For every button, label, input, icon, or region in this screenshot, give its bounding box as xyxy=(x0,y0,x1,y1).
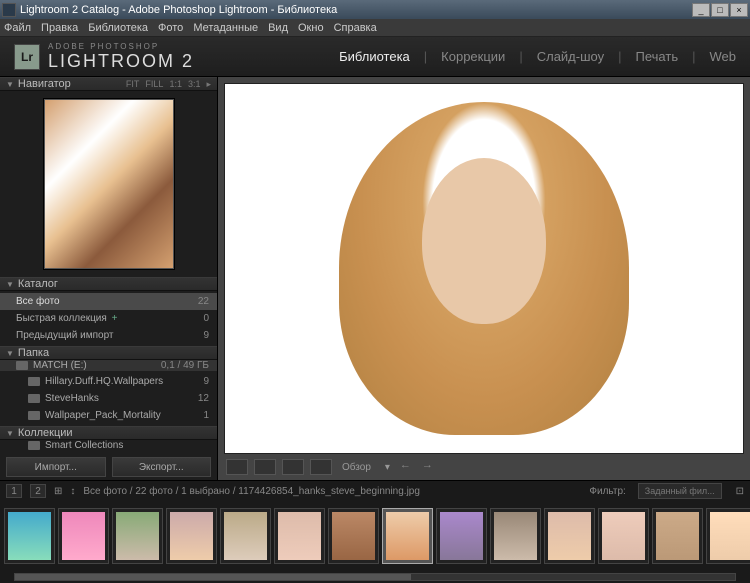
module-Коррекции[interactable]: Коррекции xyxy=(441,49,505,64)
folder-item[interactable]: SteveHanks12 xyxy=(0,390,217,407)
thumbnail[interactable] xyxy=(382,508,433,564)
view-label: Обзор xyxy=(342,462,371,473)
thumbnail[interactable] xyxy=(112,508,163,564)
thumbnail[interactable] xyxy=(274,508,325,564)
minimize-button[interactable]: _ xyxy=(692,3,710,17)
brand-line2: LIGHTROOM 2 xyxy=(48,51,194,72)
module-picker: Библиотека|Коррекции|Слайд-шоу|Печать|We… xyxy=(339,49,736,64)
logo-badge: Lr xyxy=(14,44,40,70)
zoom-FIT[interactable]: FIT xyxy=(126,79,140,90)
next-button[interactable]: → xyxy=(422,459,438,475)
menu-Фото[interactable]: Фото xyxy=(158,22,183,34)
menu-Файл[interactable]: Файл xyxy=(4,22,31,34)
filmstrip-scrollbar[interactable] xyxy=(0,571,750,583)
disclosure-icon: ▼ xyxy=(6,429,14,438)
brand-line1: ADOBE PHOTOSHOP xyxy=(48,42,194,51)
menu-Библиотека[interactable]: Библиотека xyxy=(88,22,148,34)
menu-Правка[interactable]: Правка xyxy=(41,22,78,34)
thumbnail[interactable] xyxy=(436,508,487,564)
lock-icon[interactable]: ⊡ xyxy=(736,486,744,497)
catalog-item[interactable]: Предыдущий импорт9 xyxy=(0,327,217,344)
disclosure-icon: ▼ xyxy=(6,280,14,289)
window-title: Lightroom 2 Catalog - Adobe Photoshop Li… xyxy=(20,4,337,16)
thumbnail[interactable] xyxy=(166,508,217,564)
footer: 1 2 ⊞ ↕ Все фото / 22 фото / 1 выбрано /… xyxy=(0,480,750,583)
menubar: Файл Правка Библиотека Фото Метаданные Вид Окн… xyxy=(0,19,750,37)
app-icon xyxy=(2,3,16,17)
filter-dropdown[interactable]: Заданный фил... xyxy=(638,483,722,499)
navigator-header[interactable]: ▼ Навигатор FIT FILL 1:1 3:1 ▸ xyxy=(0,77,217,91)
collections-header[interactable]: ▼ Коллекции xyxy=(0,426,217,440)
maximize-button[interactable]: □ xyxy=(711,3,729,17)
disclosure-icon: ▼ xyxy=(6,349,14,358)
view-toolbar: Обзор ▾ ← → xyxy=(224,454,744,480)
drive-meta: 0,1 / 49 ГБ xyxy=(161,360,209,371)
collection-row[interactable]: Smart Collections xyxy=(0,440,217,451)
menu-Вид[interactable]: Вид xyxy=(268,22,288,34)
catalog-item[interactable]: Быстрая коллекция +0 xyxy=(0,310,217,327)
folder-icon xyxy=(28,411,40,420)
folder-title: Папка xyxy=(18,347,49,359)
folder-item[interactable]: Wallpaper_Pack_Mortality1 xyxy=(0,407,217,424)
folder-icon xyxy=(28,441,40,450)
zoom-3:1[interactable]: 3:1 xyxy=(188,79,201,90)
thumbnail[interactable] xyxy=(598,508,649,564)
module-Web[interactable]: Web xyxy=(710,49,737,64)
dropdown-icon[interactable]: ▾ xyxy=(385,462,390,473)
folder-header[interactable]: ▼ Папка xyxy=(0,346,217,360)
thumbnail[interactable] xyxy=(652,508,703,564)
export-button[interactable]: Экспорт... xyxy=(112,457,212,477)
survey-view-button[interactable] xyxy=(310,459,332,475)
thumbnail[interactable] xyxy=(220,508,271,564)
folder-icon xyxy=(28,394,40,403)
main-image[interactable] xyxy=(224,83,744,454)
menu-Справка[interactable]: Справка xyxy=(334,22,377,34)
zoom-1:1[interactable]: 1:1 xyxy=(169,79,182,90)
collection-label: Smart Collections xyxy=(45,440,123,451)
folder-icon xyxy=(28,377,40,386)
grid-icon[interactable]: ⊞ xyxy=(54,486,62,497)
center-panel: Обзор ▾ ← → xyxy=(218,77,750,480)
status-text: Все фото / 22 фото / 1 выбрано / 1174426… xyxy=(83,486,420,497)
import-button[interactable]: Импорт... xyxy=(6,457,106,477)
catalog-header[interactable]: ▼ Каталог xyxy=(0,277,217,291)
catalog-item[interactable]: Все фото22 xyxy=(0,293,217,310)
sort-icon[interactable]: ↕ xyxy=(70,486,75,497)
header: Lr ADOBE PHOTOSHOP LIGHTROOM 2 Библиотек… xyxy=(0,37,750,77)
collections-title: Коллекции xyxy=(18,427,73,439)
drive-row[interactable]: MATCH (E:) 0,1 / 49 ГБ xyxy=(0,360,217,371)
thumbnail[interactable] xyxy=(706,508,750,564)
folder-item[interactable]: Hillary.Duff.HQ.Wallpapers9 xyxy=(0,373,217,390)
page-1-button[interactable]: 1 xyxy=(6,484,22,498)
prev-button[interactable]: ← xyxy=(400,459,416,475)
close-button[interactable]: × xyxy=(730,3,748,17)
menu-Окно[interactable]: Окно xyxy=(298,22,324,34)
module-Слайд-шоу[interactable]: Слайд-шоу xyxy=(537,49,604,64)
module-Библиотека[interactable]: Библиотека xyxy=(339,49,410,64)
thumbnail[interactable] xyxy=(544,508,595,564)
filmstrip xyxy=(0,501,750,571)
disclosure-icon: ▼ xyxy=(6,80,14,89)
loupe-view-button[interactable] xyxy=(254,459,276,475)
thumbnail[interactable] xyxy=(490,508,541,564)
navigator-preview[interactable] xyxy=(0,91,217,277)
titlebar: Lightroom 2 Catalog - Adobe Photoshop Li… xyxy=(0,0,750,19)
grid-view-button[interactable] xyxy=(226,459,248,475)
thumbnail[interactable] xyxy=(4,508,55,564)
left-panel: ▼ Навигатор FIT FILL 1:1 3:1 ▸ ▼ Каталог Все… xyxy=(0,77,218,480)
catalog-title: Каталог xyxy=(18,278,58,290)
zoom-more-icon[interactable]: ▸ xyxy=(206,79,211,90)
drive-label: MATCH (E:) xyxy=(33,360,87,371)
thumbnail[interactable] xyxy=(58,508,109,564)
zoom-FILL[interactable]: FILL xyxy=(145,79,163,90)
thumbnail[interactable] xyxy=(328,508,379,564)
menu-Метаданные[interactable]: Метаданные xyxy=(193,22,258,34)
module-Печать[interactable]: Печать xyxy=(636,49,679,64)
compare-view-button[interactable] xyxy=(282,459,304,475)
drive-icon xyxy=(16,361,28,370)
navigator-title: Навигатор xyxy=(18,78,71,90)
filter-label: Фильтр: xyxy=(589,486,625,497)
page-2-button[interactable]: 2 xyxy=(30,484,46,498)
